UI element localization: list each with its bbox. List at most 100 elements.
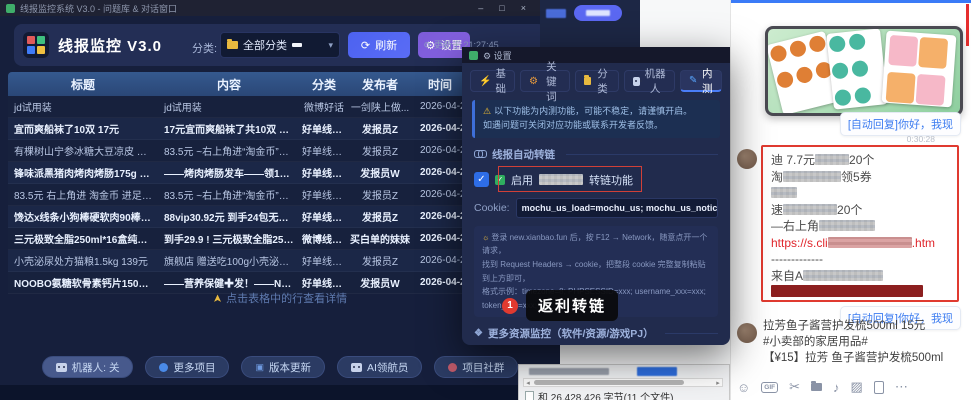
tab-机器人[interactable]: 机器人 xyxy=(624,70,675,92)
cell-c-cat: 微博线报-... xyxy=(300,231,348,246)
cell-c-pub: 发报员W xyxy=(348,165,412,180)
message-line: —右上角 xyxy=(771,218,949,235)
screen-share-icon[interactable] xyxy=(874,381,884,394)
censored-mosaic xyxy=(815,154,849,165)
cell-c-pub: 发报员Z xyxy=(348,209,412,224)
censored-mosaic xyxy=(783,171,841,182)
tab-内测[interactable]: ✎内测 xyxy=(680,70,722,92)
chat-top-border xyxy=(731,0,971,3)
dialog-title: ⚙ 设置 xyxy=(483,49,512,62)
refresh-button[interactable]: ⟳ 刷新 xyxy=(348,32,410,58)
cell-c-content: 到手29.9 ! 三元极致全脂250ml*16... xyxy=(158,231,300,246)
red-annotation-edge xyxy=(966,4,969,46)
section-relink: 线报自动转链 xyxy=(474,147,718,162)
more-icon[interactable]: ⋯ xyxy=(895,379,908,395)
scroll-right-icon[interactable]: ▸ xyxy=(714,379,722,387)
hand-pointer-icon: ➤ xyxy=(211,294,224,303)
chat-message: 拉芳鱼子酱营护发梳500ml 15元 #小卖部的家居用品# 【¥15】拉芳 鱼子… xyxy=(763,318,959,366)
footer-button-[interactable]: ▣版本更新 xyxy=(241,356,325,378)
message-text: https://s.cli xyxy=(771,236,828,250)
app-icon xyxy=(6,4,15,13)
lightning-icon: ⚡ xyxy=(479,76,491,87)
cell-c-title: NOOBO氨糖软骨素钙片150粒*2瓶3... xyxy=(8,275,158,290)
file-icon[interactable] xyxy=(811,383,822,391)
tab-基础[interactable]: ⚡基础 xyxy=(470,70,515,92)
message-text: 迪 7.7元 xyxy=(771,153,815,167)
emoji-icon[interactable]: ☺ xyxy=(737,380,750,395)
message-text: 来自A xyxy=(771,269,803,283)
message-line: https://s.cli.htm xyxy=(771,235,949,252)
horizontal-scrollbar[interactable]: ◂ ▸ xyxy=(523,378,723,387)
censored-file-text xyxy=(529,368,609,375)
cell-c-content: 83.5元 ~右上角进“淘金币”进足迹... xyxy=(158,187,300,202)
message-timestamp: 0:30:28 xyxy=(907,134,935,144)
minimize-button[interactable]: – xyxy=(478,3,483,13)
close-button[interactable]: × xyxy=(521,3,526,13)
screenshot-scissors-icon[interactable]: ✂ xyxy=(789,379,800,395)
annotation-label: 返利转链 xyxy=(526,290,618,321)
audio-icon[interactable]: ♪ xyxy=(833,380,840,395)
avatar[interactable] xyxy=(737,323,757,343)
category-select[interactable]: 全部分类 ▾ xyxy=(220,32,340,58)
footer-button-label: 项目社群 xyxy=(462,360,504,375)
message-line: 淘领5券 xyxy=(771,169,949,186)
page-title: 线报监控 V3.0 xyxy=(58,35,162,56)
cell-c-title: 三元极致全脂250ml*16盒纯牛奶 29.... xyxy=(8,231,158,246)
chat-input-toolbar: ☺ GIF ✂ ♪ ▨ ⋯ xyxy=(737,379,908,395)
cell-c-pub: 发报员Z xyxy=(348,121,412,136)
tab-label: 机器人 xyxy=(644,66,666,96)
cell-c-title: 宜而爽船袜了10双 17元 xyxy=(8,121,158,136)
cell-c-cat: 好单线报-... xyxy=(300,209,348,224)
footer-toolbar: 机器人: 关 更多项目 ▣版本更新 AI领航员 项目社群 xyxy=(0,356,560,378)
cell-c-content: ——营养保健✚发！——NOOBO ... xyxy=(158,275,300,290)
select-scroll-mark xyxy=(292,43,302,47)
scrollbar-thumb[interactable] xyxy=(534,380,684,385)
censored-primary-button[interactable] xyxy=(574,5,622,21)
image-icon[interactable]: ▨ xyxy=(851,379,863,395)
cell-c-content: ——烤肉烤肠发车——领140-60补... xyxy=(158,165,300,180)
cell-c-title: 锋味派黑猪肉烤肉烤肠175g 任选5件... xyxy=(8,165,158,180)
col-title: 标题 xyxy=(8,76,158,93)
puzzle-icon: ❖ xyxy=(474,328,483,339)
main-titlebar: 线报监控系统 V3.0 - 问题库 & 对话窗口 – □ × xyxy=(0,0,560,16)
robot-icon xyxy=(351,363,362,372)
relink-checkbox[interactable]: ✓ xyxy=(474,172,489,187)
message-line: 来自A xyxy=(771,268,949,285)
app-logo-icon xyxy=(23,32,49,58)
tab-关键词[interactable]: ⚙关键词 xyxy=(520,70,570,92)
wrench-icon: ⚙ xyxy=(529,76,538,87)
cell-c-pub: 发报员Z xyxy=(348,143,412,158)
cell-c-content: 83.5元 ~右上角进“淘金币”进足迹... xyxy=(158,143,300,158)
robot-icon xyxy=(56,363,67,372)
cookie-label: Cookie: xyxy=(474,202,510,214)
cell-c-cat: 好单线报-... xyxy=(300,143,348,158)
cell-c-title: jd试用装 xyxy=(8,99,158,114)
footer-button-AI[interactable]: AI领航员 xyxy=(337,356,422,378)
cookie-input[interactable]: mochu_us_load=mochu_us; mochu_us_notice xyxy=(516,198,718,218)
dialog-titlebar: ⚙ 设置 xyxy=(462,47,730,63)
avatar[interactable] xyxy=(737,149,757,169)
footer-button-label: 版本更新 xyxy=(269,360,311,375)
footer-button-[interactable]: 机器人: 关 xyxy=(42,356,134,378)
scroll-left-icon[interactable]: ◂ xyxy=(524,379,532,387)
censored-selected-item[interactable] xyxy=(637,367,677,376)
tab-分类[interactable]: 分类 xyxy=(575,70,619,92)
cell-c-content: jd试用装 xyxy=(158,99,300,114)
message-line: 迪 7.7元20个 xyxy=(771,152,949,169)
footer-button-label: 更多项目 xyxy=(173,360,215,375)
maximize-button[interactable]: □ xyxy=(499,3,504,13)
refresh-icon: ⟳ xyxy=(361,39,370,52)
product-image[interactable] xyxy=(765,26,963,116)
bulb-icon: ☼ xyxy=(482,233,489,242)
warning-icon: ⚠ xyxy=(483,106,491,116)
robot-icon xyxy=(633,77,641,86)
gif-icon[interactable]: GIF xyxy=(761,382,778,393)
message-line: 速20个 xyxy=(771,202,949,219)
footer-button-[interactable]: 更多项目 xyxy=(145,356,229,378)
tab-label: 内测 xyxy=(701,66,713,96)
censored-mosaic xyxy=(771,285,923,297)
censored-link-text[interactable] xyxy=(546,9,566,18)
message-text: 20个 xyxy=(837,203,862,217)
footer-button-[interactable]: 项目社群 xyxy=(434,356,518,378)
beta-warning: ⚠以下功能为内测功能，可能不稳定，请谨慎开启。 如遇问题可关闭对应功能或联系开发… xyxy=(472,100,720,138)
